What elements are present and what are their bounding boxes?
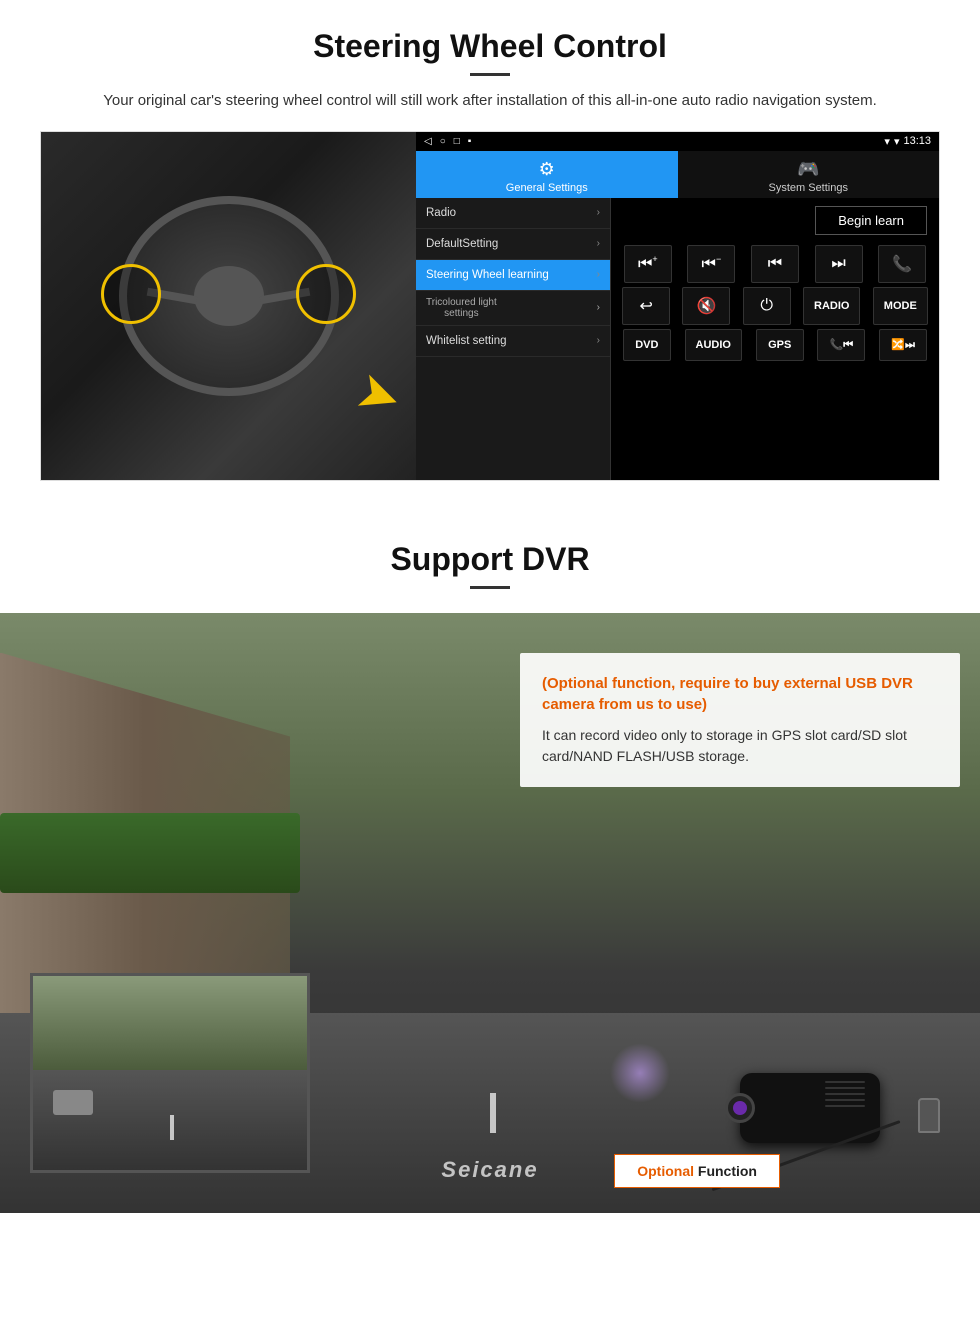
ctrl-volume-up[interactable]: ⏮+: [624, 245, 672, 283]
dvr-info-card: (Optional function, require to buy exter…: [520, 653, 960, 787]
menu-tricoloured-label: Tricoloured lightsettings: [426, 297, 497, 319]
menu-item-steering-learning[interactable]: Steering Wheel learning ›: [416, 260, 610, 291]
ctrl-hang-up[interactable]: ↩: [622, 287, 670, 325]
dvr-inset-lane-mark: [170, 1115, 174, 1140]
begin-learn-row: Begin learn: [611, 198, 939, 243]
tab-general-settings[interactable]: ⚙ General Settings: [416, 151, 678, 198]
seicane-watermark: Seicane: [441, 1157, 538, 1183]
camera-body: [740, 1073, 880, 1143]
ctrl-shuffle-next[interactable]: 🔀⏭: [879, 329, 927, 361]
general-settings-icon: ⚙: [420, 159, 674, 180]
dvr-title-divider: [470, 586, 510, 589]
dvr-inset-car: [53, 1090, 93, 1115]
dvr-inset-screenshot: [30, 973, 310, 1173]
hedge-decoration: [0, 813, 300, 893]
usb-connector: [918, 1098, 940, 1133]
ctrl-mute[interactable]: 🔇: [682, 287, 730, 325]
ctrl-power[interactable]: ⏻: [743, 287, 791, 325]
ctrl-radio[interactable]: RADIO: [803, 287, 860, 325]
dvr-section: Support DVR (Optional function, require …: [0, 521, 980, 1213]
lane-marking: [490, 1093, 496, 1133]
chevron-icon-3: ›: [597, 269, 600, 280]
settings-menu-list: Radio › DefaultSetting › Steering Wheel …: [416, 198, 611, 480]
controls-row-3: DVD AUDIO GPS 📞⏮ 🔀⏭: [611, 327, 939, 363]
menu-item-default-setting[interactable]: DefaultSetting ›: [416, 229, 610, 260]
steering-wheel-center: [194, 266, 264, 326]
optional-label: Optional: [637, 1163, 694, 1179]
tab-general-label: General Settings: [506, 182, 588, 194]
dvr-camera-image: [580, 983, 960, 1183]
camera-lens: [725, 1093, 755, 1123]
menu-default-label: DefaultSetting: [426, 238, 498, 250]
steering-description: Your original car's steering wheel contr…: [80, 90, 900, 113]
back-icon[interactable]: ◁: [424, 136, 432, 147]
ctrl-dvd[interactable]: DVD: [623, 329, 671, 361]
steering-wheel-photo: [41, 132, 416, 480]
dvr-title-area: Support DVR: [0, 521, 980, 613]
menu-item-whitelist[interactable]: Whitelist setting ›: [416, 326, 610, 357]
settings-tabs: ⚙ General Settings 🎮 System Settings: [416, 151, 939, 198]
ctrl-audio[interactable]: AUDIO: [685, 329, 742, 361]
title-divider: [470, 73, 510, 76]
ctrl-next-track[interactable]: ⏭: [815, 245, 863, 283]
controls-row-2: ↩ 🔇 ⏻ RADIO MODE: [611, 285, 939, 327]
menu-item-radio[interactable]: Radio ›: [416, 198, 610, 229]
page-title: Steering Wheel Control: [40, 28, 940, 65]
android-status-bar: ◁ ○ □ ▪ ▾ ▾ 13:13: [416, 132, 939, 151]
status-right: ▾ ▾ 13:13: [884, 135, 931, 148]
steering-circle-left-highlight: [101, 264, 161, 324]
menu-whitelist-label: Whitelist setting: [426, 335, 507, 347]
camera-vents: [825, 1081, 865, 1107]
dvr-background: (Optional function, require to buy exter…: [0, 613, 980, 1213]
ctrl-mode[interactable]: MODE: [873, 287, 928, 325]
signal-icon: ▾: [884, 135, 890, 148]
steering-circle-right-highlight: [296, 264, 356, 324]
control-panel: Begin learn ⏮+ ⏮− ⏮ ⏭ 📞 ↩ 🔇 ⏻ RADIO: [611, 198, 939, 480]
menu-item-tricoloured[interactable]: Tricoloured lightsettings ›: [416, 291, 610, 326]
steering-content-area: ◁ ○ □ ▪ ▾ ▾ 13:13 ⚙ General Settings: [40, 131, 940, 481]
tab-system-settings[interactable]: 🎮 System Settings: [678, 151, 940, 198]
dvr-optional-text: (Optional function, require to buy exter…: [542, 673, 938, 715]
tab-system-label: System Settings: [769, 182, 848, 194]
system-settings-icon: 🎮: [682, 159, 936, 180]
yellow-arrow: [311, 355, 401, 425]
recent-icon[interactable]: □: [454, 136, 460, 147]
menu-controls-area: Radio › DefaultSetting › Steering Wheel …: [416, 198, 939, 480]
ctrl-volume-down[interactable]: ⏮−: [687, 245, 735, 283]
status-left: ◁ ○ □ ▪: [424, 136, 471, 147]
chevron-icon-5: ›: [597, 335, 600, 346]
optional-function-button[interactable]: Optional Function: [614, 1154, 780, 1188]
ctrl-phone[interactable]: 📞: [878, 245, 926, 283]
ctrl-gps[interactable]: GPS: [756, 329, 804, 361]
steering-section: Steering Wheel Control Your original car…: [0, 0, 980, 501]
chevron-icon-4: ›: [597, 302, 600, 313]
android-ui-panel: ◁ ○ □ ▪ ▾ ▾ 13:13 ⚙ General Settings: [416, 132, 939, 480]
function-label: Function: [698, 1163, 757, 1179]
ctrl-phone-prev[interactable]: 📞⏮: [817, 329, 865, 361]
begin-learn-button[interactable]: Begin learn: [815, 206, 927, 235]
home-icon[interactable]: ○: [440, 136, 446, 147]
dvr-description: It can record video only to storage in G…: [542, 725, 938, 767]
camera-flare: [610, 1043, 670, 1103]
menu-icon[interactable]: ▪: [468, 136, 472, 147]
dvr-title: Support DVR: [0, 541, 980, 578]
chevron-icon: ›: [597, 207, 600, 218]
controls-row-1: ⏮+ ⏮− ⏮ ⏭ 📞: [611, 243, 939, 285]
menu-steering-label: Steering Wheel learning: [426, 269, 549, 281]
chevron-icon-2: ›: [597, 238, 600, 249]
wifi-icon: ▾: [894, 135, 900, 148]
menu-radio-label: Radio: [426, 207, 456, 219]
ctrl-prev-track[interactable]: ⏮: [751, 245, 799, 283]
status-time: 13:13: [903, 135, 931, 147]
